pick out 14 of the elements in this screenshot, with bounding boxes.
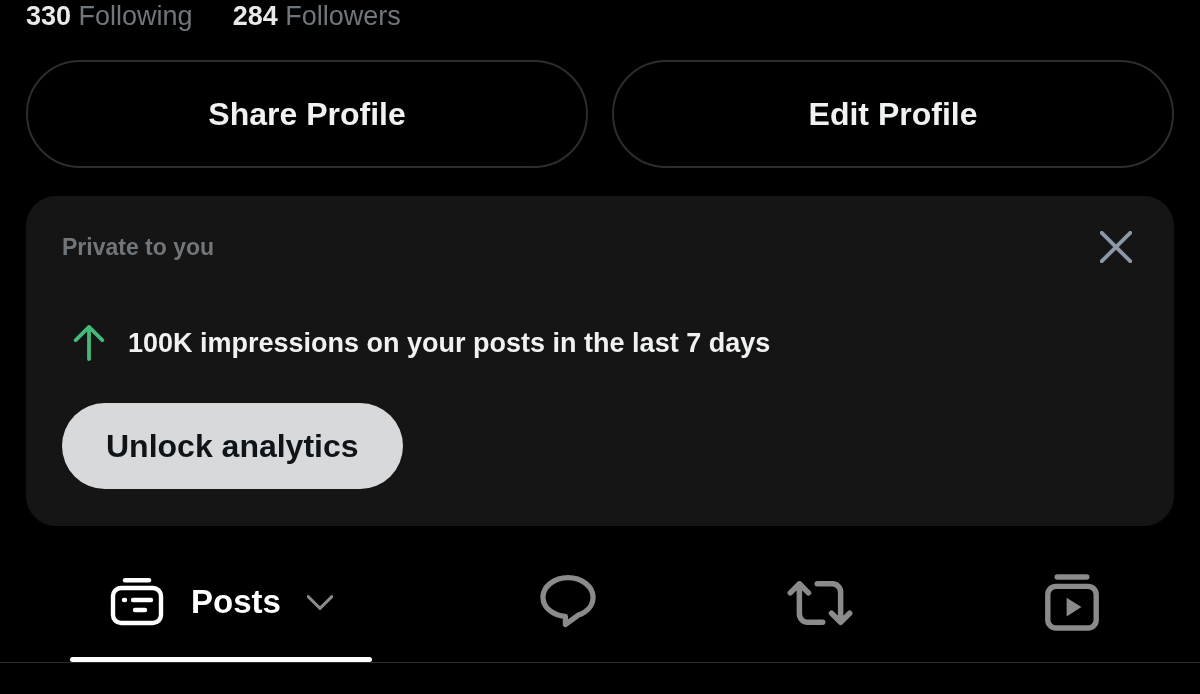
unlock-analytics-button[interactable]: Unlock analytics — [62, 403, 403, 489]
close-icon — [1100, 231, 1132, 263]
impressions-text: 100K impressions on your posts in the last 7 days — [128, 327, 771, 359]
speech-bubble-icon — [540, 575, 596, 629]
video-icon — [1045, 573, 1099, 631]
repost-icon — [787, 578, 853, 626]
posts-icon — [109, 577, 166, 627]
card-caption: Private to you — [62, 233, 215, 261]
profile-tab[interactable]: Posts — [70, 575, 372, 662]
stats-link[interactable]: 330 Following — [26, 0, 193, 32]
profile-action-button[interactable]: Edit Profile — [612, 60, 1174, 168]
profile-action-button[interactable]: Share Profile — [26, 60, 588, 168]
stats-link[interactable]: 284 Followers — [232, 0, 401, 32]
close-button[interactable] — [1100, 231, 1132, 263]
